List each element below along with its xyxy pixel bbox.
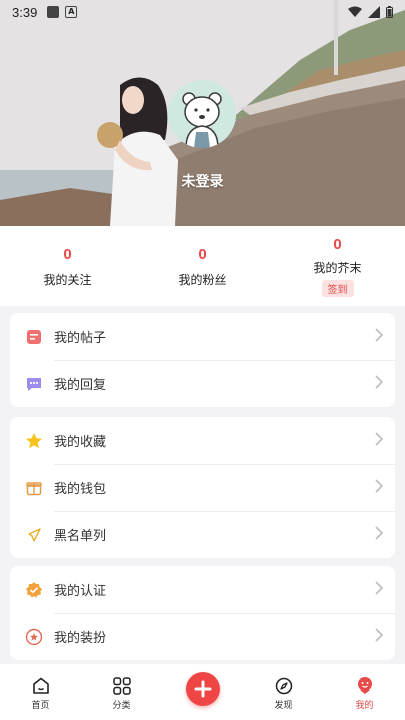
jiemo-count: 0 <box>333 236 342 253</box>
menu-item-my-posts[interactable]: 我的帖子 <box>10 313 395 360</box>
home-icon <box>0 676 81 696</box>
replies-icon <box>24 374 44 394</box>
nav-home-label: 首页 <box>31 701 50 711</box>
checkin-button[interactable]: 签到 <box>321 280 354 297</box>
menu-item-my-certification[interactable]: 我的认证 <box>10 566 395 613</box>
grid-icon <box>81 676 162 696</box>
menu-item-label: 我的回复 <box>54 378 107 393</box>
chevron-right-icon <box>375 327 384 346</box>
signal-icon <box>368 6 380 18</box>
nav-home[interactable]: 首页 <box>0 664 81 711</box>
menu-item-label: 我的收藏 <box>54 435 107 450</box>
chevron-right-icon <box>375 478 384 497</box>
posts-icon <box>24 327 44 347</box>
stat-fans[interactable]: 0 我的粉丝 <box>135 226 270 306</box>
menu-item-label: 我的装扮 <box>54 631 107 646</box>
menu-item-my-favorites[interactable]: 我的收藏 <box>10 417 395 464</box>
stat-following[interactable]: 0 我的关注 <box>0 226 135 306</box>
menu-group-assets: 我的收藏 我的钱包 黑名单列 <box>10 417 395 558</box>
menu-item-my-replies[interactable]: 我的回复 <box>10 360 395 407</box>
menu-group-posts: 我的帖子 我的回复 <box>10 313 395 407</box>
menu-item-label: 我的钱包 <box>54 482 107 497</box>
add-post-button[interactable] <box>185 672 220 706</box>
nav-mine[interactable]: 我的 <box>324 664 405 711</box>
chevron-right-icon <box>375 580 384 599</box>
bottom-navigation: 首页 分类 发现 我的 <box>0 664 405 720</box>
wallet-gift-icon <box>24 478 44 498</box>
decoration-icon <box>24 627 44 647</box>
chevron-right-icon <box>375 627 384 646</box>
keyboard-a-icon: A <box>65 6 78 18</box>
nav-category-label: 分类 <box>112 701 131 711</box>
notification-icon <box>47 6 60 18</box>
status-time: 3:39 <box>12 4 38 20</box>
menu-item-my-wallet[interactable]: 我的钱包 <box>10 464 395 511</box>
nav-discover-label: 发现 <box>274 701 293 711</box>
chevron-right-icon <box>375 374 384 393</box>
menu-group-identity: 我的认证 我的装扮 <box>10 566 395 660</box>
certification-badge-icon <box>24 580 44 600</box>
compass-icon <box>243 676 324 696</box>
nav-discover[interactable]: 发现 <box>243 664 324 711</box>
nav-mine-label: 我的 <box>355 701 374 711</box>
blacklist-icon <box>24 525 44 545</box>
following-label: 我的关注 <box>43 273 92 287</box>
nav-category[interactable]: 分类 <box>81 664 162 711</box>
nav-post[interactable] <box>162 664 243 706</box>
stat-jiemo[interactable]: 0 我的芥末 签到 <box>270 226 405 306</box>
plus-icon <box>194 680 211 698</box>
menu-item-my-decoration[interactable]: 我的装扮 <box>10 613 395 660</box>
wifi-icon <box>348 6 362 17</box>
chevron-right-icon <box>375 525 384 544</box>
following-count: 0 <box>63 246 72 263</box>
bear-avatar-icon <box>168 80 236 148</box>
menu-item-label: 我的认证 <box>54 584 107 599</box>
fans-count: 0 <box>198 246 207 263</box>
stats-bar: 0 我的关注 0 我的粉丝 0 我的芥末 签到 <box>0 226 405 306</box>
avatar[interactable] <box>168 80 236 148</box>
menu-item-label: 我的帖子 <box>54 331 107 346</box>
star-icon <box>24 431 44 451</box>
login-status[interactable]: 未登录 <box>0 171 405 191</box>
profile-header: 3:39 A 未登录 <box>0 0 405 226</box>
status-bar: 3:39 A <box>0 0 405 24</box>
jiemo-label: 我的芥末 <box>313 261 362 275</box>
menu-item-blacklist[interactable]: 黑名单列 <box>10 511 395 558</box>
fans-label: 我的粉丝 <box>178 273 227 287</box>
menu-item-label: 黑名单列 <box>54 529 107 544</box>
battery-icon <box>386 6 393 18</box>
mine-icon <box>324 676 405 696</box>
chevron-right-icon <box>375 431 384 450</box>
